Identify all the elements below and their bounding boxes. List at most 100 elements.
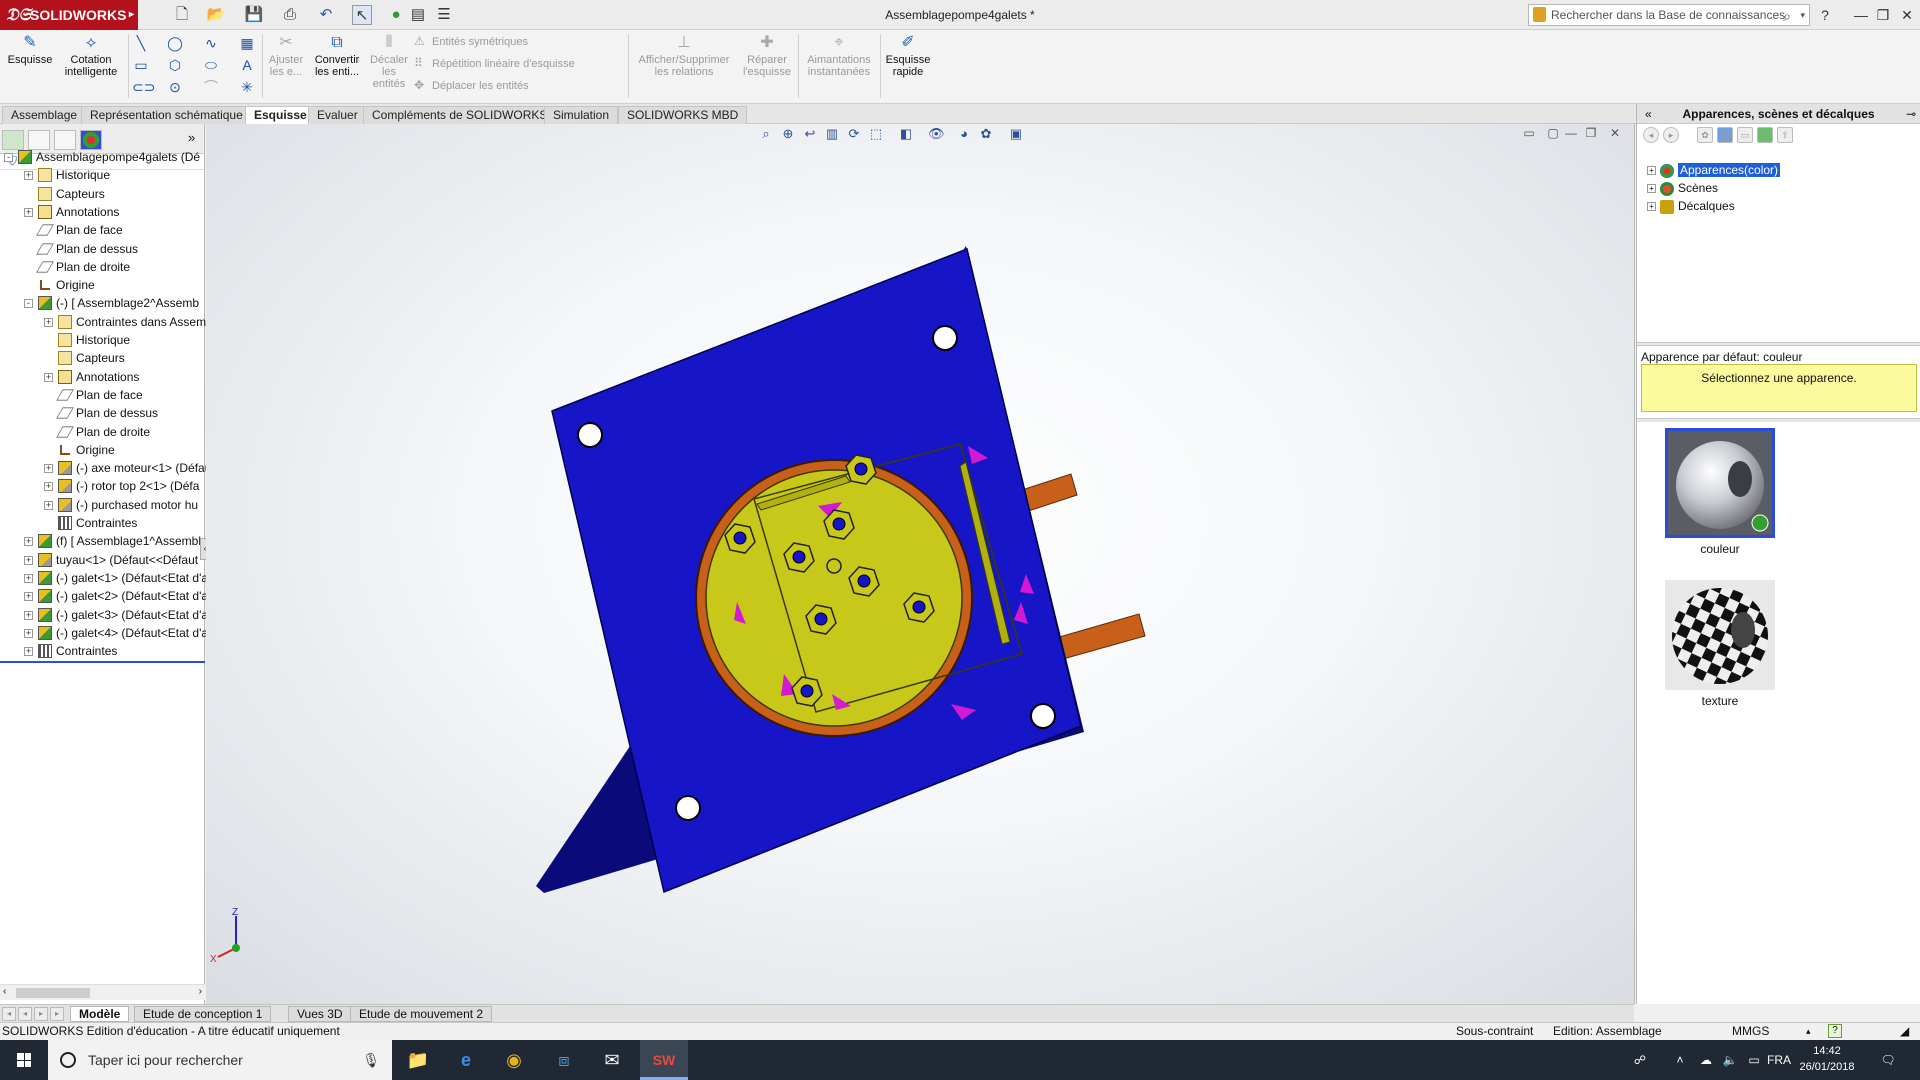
tab-design-study[interactable]: Etude de conception 1 <box>134 1006 272 1022</box>
expand-icon[interactable]: + <box>44 317 53 327</box>
feature-tree-tab[interactable] <box>2 130 24 150</box>
open-folder-icon[interactable]: 📂 <box>206 5 226 25</box>
tab-mbd[interactable]: SOLIDWORKS MBD <box>618 106 748 124</box>
file-explorer-app-icon[interactable]: 📁 <box>394 1040 442 1080</box>
tab-sketch[interactable]: Esquisse <box>245 106 316 125</box>
polygon-icon[interactable]: ⬡ <box>166 56 184 74</box>
volume-icon[interactable]: 🔈 <box>1720 1040 1740 1080</box>
tab-motion-study[interactable]: Etude de mouvement 2 <box>350 1006 493 1022</box>
up-level-icon[interactable]: ⇧ <box>1777 127 1793 143</box>
collapse-icon[interactable]: - <box>4 153 13 162</box>
convert-entities-button[interactable]: ⧉ Convertir les enti... <box>310 34 364 78</box>
text-icon[interactable]: A <box>238 56 256 74</box>
pane-splitter[interactable] <box>1637 418 1920 422</box>
select-pointer-icon[interactable]: ↖ <box>352 5 372 25</box>
units-selector[interactable]: MMGS <box>1732 1023 1769 1040</box>
expand-icon[interactable]: + <box>1647 184 1656 194</box>
first-tab-icon[interactable]: ◂ <box>2 1007 16 1021</box>
expand-icon[interactable]: + <box>44 500 53 510</box>
tab-assemblage[interactable]: Assemblage <box>2 106 87 124</box>
move-entities-button[interactable]: ✥ Déplacer les entités <box>414 78 529 92</box>
system-clock[interactable]: 14:42 26/01/2018 <box>1790 1043 1864 1075</box>
scrollbar-thumb[interactable] <box>16 988 90 998</box>
network-icon[interactable]: ▭ <box>1744 1040 1764 1080</box>
sketch-button[interactable]: ✎ Esquisse <box>6 34 54 66</box>
expand-icon[interactable]: + <box>24 537 33 547</box>
tree-item-decals[interactable]: + Décalques <box>1647 198 1735 214</box>
resize-grip-icon[interactable]: ◢ <box>1900 1023 1909 1040</box>
expand-icon[interactable]: + <box>24 592 33 602</box>
surface-grid-icon[interactable]: ▦ <box>238 34 256 52</box>
expand-icon[interactable]: + <box>24 555 33 565</box>
expand-icon[interactable]: + <box>44 372 53 382</box>
help-icon[interactable]: ? <box>1814 4 1836 26</box>
pump-assembly-model[interactable]: Z X <box>206 124 1634 1004</box>
repair-sketch-button[interactable]: ✚ Réparer l'esquisse <box>740 34 794 78</box>
rectangle-icon[interactable]: ▭ <box>132 56 150 74</box>
folder-icon[interactable]: ▤ <box>1717 127 1733 143</box>
new-document-icon[interactable]: 🗋 <box>172 5 192 25</box>
tree-item-appearances[interactable]: + Apparences(color) <box>1647 162 1781 178</box>
print-icon[interactable]: ⎙ <box>280 5 300 25</box>
display-manager-tab[interactable] <box>80 130 102 150</box>
last-tab-icon[interactable]: ▸ <box>50 1007 64 1021</box>
texture-sphere-thumbnail[interactable] <box>1665 580 1775 690</box>
graphics-viewport[interactable]: ⌕ ⊕ ↩ ▥ ⟳ ⬚ ◧ 👁 ◕ ✿ ▣ ▭ ▢ — ❐ ✕ Z X <box>206 124 1634 1004</box>
display-relations-button[interactable]: ⊥ Afficher/Supprimer les relations <box>632 34 736 78</box>
onedrive-icon[interactable]: ☁ <box>1696 1040 1716 1080</box>
chevron-up-icon[interactable]: ˄ <box>1670 1040 1690 1080</box>
tab-addins[interactable]: Compléments de SOLIDWORKS <box>363 106 557 124</box>
prev-tab-icon[interactable]: ◂ <box>18 1007 32 1021</box>
undo-icon[interactable]: ↶ <box>316 5 336 25</box>
mirror-entities-button[interactable]: ⚠ Entités symétriques <box>414 34 528 48</box>
scroll-left-icon[interactable]: ‹ <box>3 986 6 997</box>
rapid-sketch-button[interactable]: ✐ Esquisse rapide <box>882 34 934 78</box>
solidworks-app-icon[interactable]: SW <box>640 1040 688 1080</box>
line-icon[interactable]: ╲ <box>132 34 150 52</box>
restore-button[interactable]: ❐ <box>1872 4 1894 26</box>
tab-evaluate[interactable]: Evaluer <box>308 106 367 124</box>
mail-app-icon[interactable]: ✉ <box>588 1040 636 1080</box>
point-icon[interactable]: ⊙ <box>166 78 184 96</box>
options-icon[interactable]: ☰ <box>434 5 454 25</box>
swatch-color[interactable]: couleur <box>1665 428 1775 556</box>
pane-splitter[interactable] <box>1637 342 1920 346</box>
microphone-icon[interactable]: 🎙 <box>362 1040 380 1080</box>
linear-pattern-button[interactable]: ⠿ Répétition linéaire d'esquisse <box>414 56 575 70</box>
scroll-right-icon[interactable]: › <box>199 986 202 997</box>
color-sphere-thumbnail[interactable] <box>1665 428 1775 538</box>
expand-chevron-icon[interactable]: » <box>188 130 195 145</box>
slot-icon[interactable]: ⊂⊃ <box>132 78 155 96</box>
rebuild-icon[interactable]: ● <box>386 5 406 25</box>
expand-icon[interactable]: + <box>24 573 33 583</box>
property-manager-tab[interactable] <box>28 130 50 150</box>
help-icon[interactable]: ? <box>1828 1024 1842 1038</box>
save-icon[interactable]: 💾 <box>244 5 264 25</box>
start-button[interactable] <box>0 1040 48 1080</box>
file-properties-icon[interactable]: ▤ <box>408 5 428 25</box>
forward-icon[interactable]: ▸ <box>1663 127 1679 143</box>
chevron-up-icon[interactable]: ▴ <box>1806 1023 1811 1040</box>
collapse-task-pane-icon[interactable]: « <box>1645 104 1652 124</box>
knowledge-base-search-input[interactable]: Rechercher dans la Base de connaissances… <box>1528 4 1810 26</box>
tab-model[interactable]: Modèle <box>70 1006 130 1022</box>
horizontal-scrollbar[interactable]: ‹ › <box>0 984 205 1000</box>
ellipse-icon[interactable]: ⬭ <box>202 56 220 74</box>
smart-dimension-button[interactable]: ⟡ Cotation intelligente <box>62 34 120 78</box>
tab-schematic[interactable]: Représentation schématique <box>81 106 252 124</box>
instant-snaps-button[interactable]: ⌖ Aimantations instantanées <box>800 34 878 78</box>
store-app-icon[interactable]: ⧈ <box>540 1040 588 1080</box>
back-icon[interactable]: ◂ <box>1643 127 1659 143</box>
add-file-location-icon[interactable]: ✿ <box>1697 127 1713 143</box>
expand-icon[interactable]: + <box>24 628 33 638</box>
expand-icon[interactable]: + <box>24 171 33 181</box>
offset-entities-button[interactable]: ⫴ Décaler les entités <box>368 34 410 90</box>
notifications-icon[interactable]: 🗨 <box>1876 1040 1900 1080</box>
edge-browser-icon[interactable]: e <box>442 1040 490 1080</box>
swatch-texture[interactable]: texture <box>1665 580 1775 708</box>
expand-icon[interactable]: + <box>44 482 53 492</box>
solidworks-menu-button[interactable]: 𝔇𝔖 SOLIDWORKS ▸ <box>0 0 138 30</box>
expand-icon[interactable]: + <box>44 464 53 474</box>
next-tab-icon[interactable]: ▸ <box>34 1007 48 1021</box>
spline-icon[interactable]: ∿ <box>202 34 220 52</box>
